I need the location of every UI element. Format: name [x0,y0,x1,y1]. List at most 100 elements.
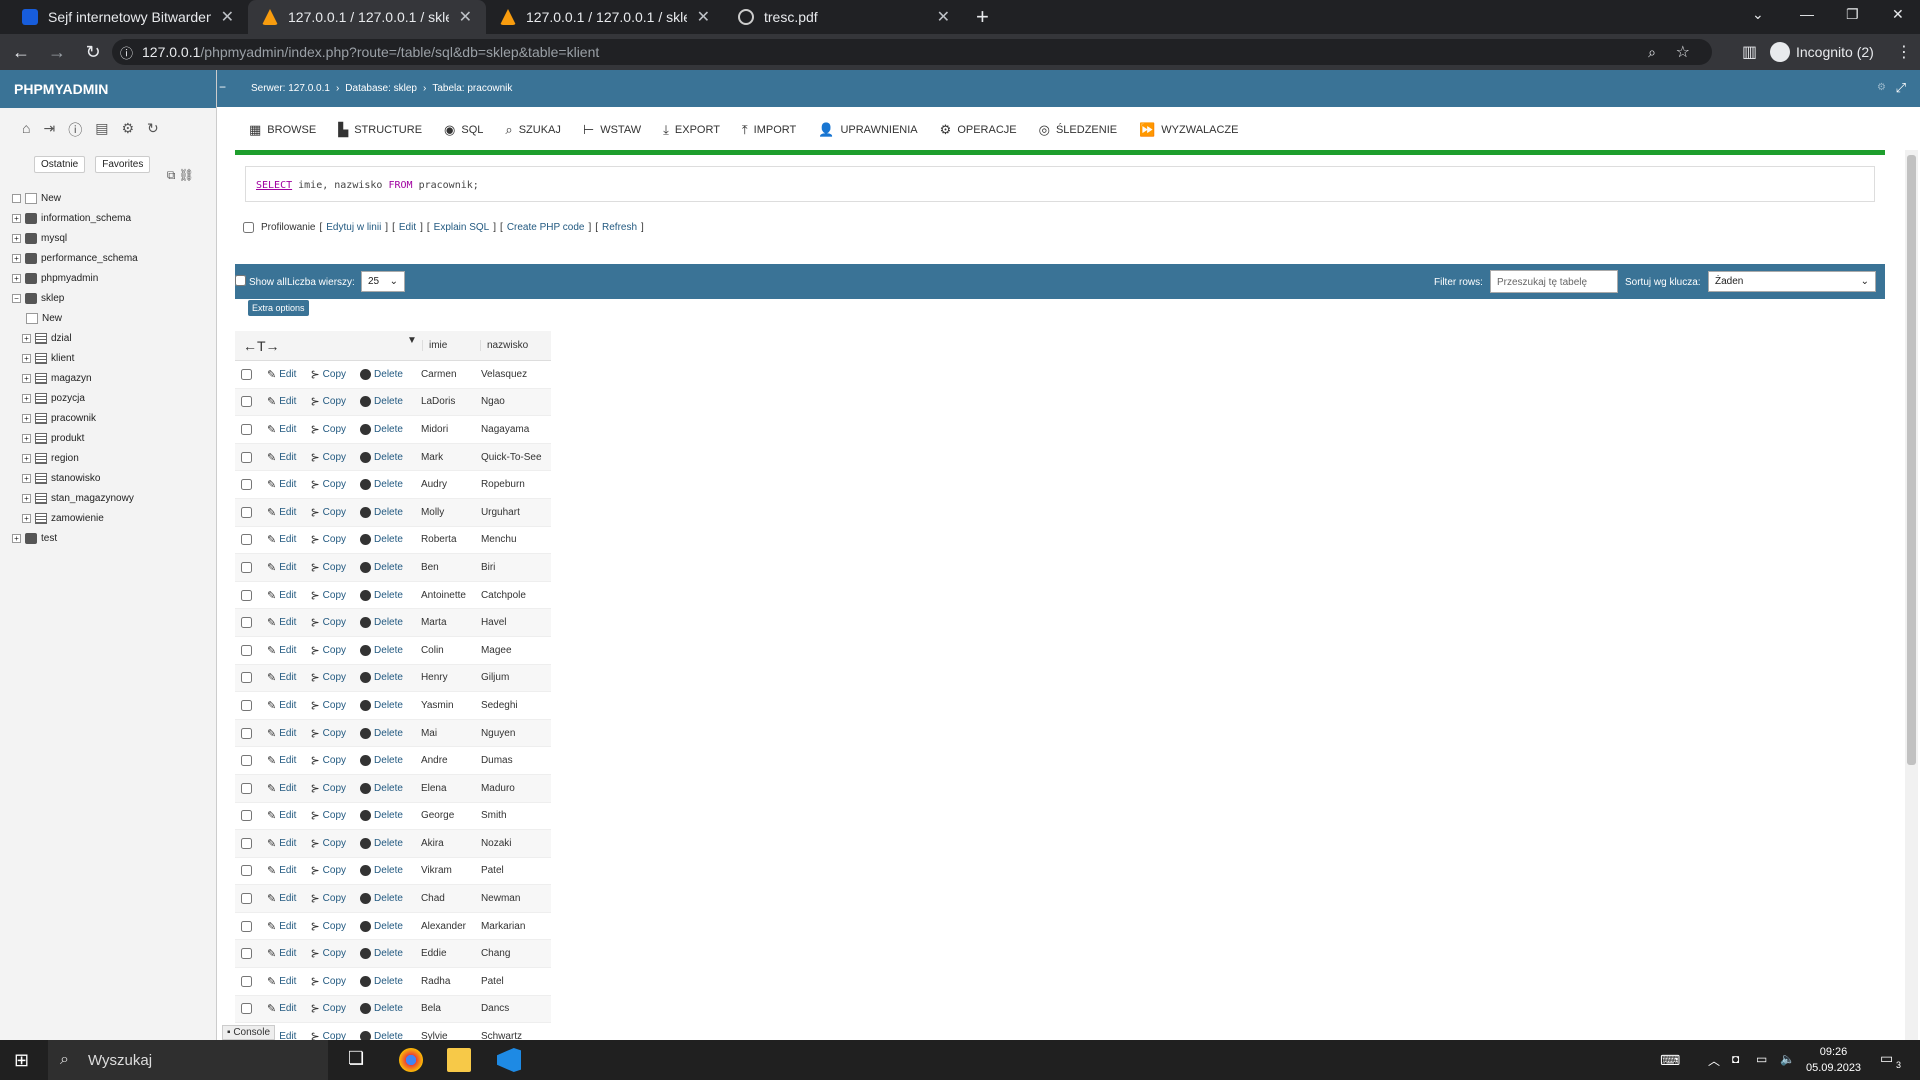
edit-row-button[interactable]: ✎Edit [267,451,296,464]
windows-start-icon[interactable]: ⊞ [14,1050,29,1071]
row-select-checkbox[interactable] [241,893,252,905]
tab-browse[interactable]: ▦ Browse [249,122,316,138]
browser-menu-icon[interactable]: ⋮ [1896,42,1912,62]
column-options-dropdown-icon[interactable]: ▼ [407,335,417,346]
expand-icon[interactable]: + [22,353,31,363]
cell-nazwisko[interactable]: Catchpole [475,590,545,601]
cell-imie[interactable]: Midori [417,424,475,435]
row-select-checkbox[interactable] [241,727,252,739]
edit-row-button[interactable]: ✎Edit [267,727,296,740]
restore-icon[interactable]: ❐ [1846,6,1859,23]
cell-imie[interactable]: Ben [417,562,475,573]
copy-row-button[interactable]: ⊱ Copy [310,920,346,933]
edit-row-button[interactable]: ✎Edit [267,699,296,712]
cell-nazwisko[interactable]: Chang [475,948,545,959]
expand-icon[interactable]: + [22,493,31,503]
copy-row-button[interactable]: ⊱ Copy [310,368,346,381]
site-info-icon[interactable]: ⓘ [120,43,133,62]
copy-row-button[interactable]: ⊱ Copy [310,1002,346,1015]
cell-nazwisko[interactable]: Markarian [475,921,545,932]
tree-item-information-schema[interactable]: + information_schema [12,208,212,228]
cell-nazwisko[interactable]: Ropeburn [475,479,545,490]
taskbar-search[interactable]: ⌕ Wyszukaj [48,1040,328,1080]
delete-row-button[interactable]: Delete [360,368,403,380]
edit-row-button[interactable]: ✎Edit [267,395,296,408]
tree-item-magazyn[interactable]: + magazyn [12,368,212,388]
cell-imie[interactable]: Mai [417,728,475,739]
cell-nazwisko[interactable]: Smith [475,810,545,821]
row-select-checkbox[interactable] [241,617,252,629]
url-field[interactable]: ⓘ 127.0.0.1/phpmyadmin/index.php?route=/… [112,39,1712,65]
row-select-checkbox[interactable] [241,506,252,518]
row-select-checkbox[interactable] [241,534,252,546]
delete-row-button[interactable]: Delete [360,479,403,491]
cell-nazwisko[interactable]: Quick-To-See [475,452,545,463]
edit-row-button[interactable]: ✎Edit [267,478,296,491]
tree-item-sklep-new[interactable]: New [12,308,212,328]
home-icon[interactable]: ⌂ [22,120,30,140]
row-select-checkbox[interactable] [241,782,252,794]
tree-item-klient[interactable]: + klient [12,348,212,368]
profiling-checkbox[interactable] [243,222,254,233]
forward-arrow-icon[interactable]: → [42,42,72,63]
copy-row-button[interactable]: ⊱ Copy [310,782,346,795]
tab-tracking[interactable]: ◎ Śledzenie [1039,122,1117,138]
tab-sql[interactable]: ◉ SQL [444,122,483,138]
expand-icon[interactable]: + [12,233,21,243]
expand-icon[interactable]: + [22,333,31,343]
maximize-content-icon[interactable]: ⤢ [1896,80,1906,96]
expand-icon[interactable]: + [22,433,31,443]
close-tab-icon[interactable]: ✕ [459,7,472,27]
delete-row-button[interactable]: Delete [360,782,403,794]
cell-imie[interactable]: Antoinette [417,590,475,601]
new-tab-plus-icon[interactable]: + [976,4,989,30]
close-window-icon[interactable]: ✕ [1892,6,1904,23]
delete-row-button[interactable]: Delete [360,727,403,739]
copy-row-button[interactable]: ⊱ Copy [310,699,346,712]
row-select-checkbox[interactable] [241,810,252,822]
cell-imie[interactable]: Colin [417,645,475,656]
tree-item-stan-magazynowy[interactable]: + stan_magazynowy [12,488,212,508]
row-select-checkbox[interactable] [241,589,252,601]
network-icon[interactable]: ▭ [1756,1052,1767,1066]
copy-row-button[interactable]: ⊱ Copy [310,975,346,988]
row-select-checkbox[interactable] [241,948,252,960]
delete-row-button[interactable]: Delete [360,589,403,601]
tree-item-dzial[interactable]: + dzial [12,328,212,348]
delete-row-button[interactable]: Delete [360,506,403,518]
cell-imie[interactable]: Alexander [417,921,475,932]
sql-query-box[interactable]: SELECT imie, nazwisko FROM pracownik; [245,166,1875,202]
delete-row-button[interactable]: Delete [360,755,403,767]
cell-imie[interactable]: Bela [417,1003,475,1014]
zoom-search-icon[interactable]: ⌕ [1648,44,1656,61]
edit-row-button[interactable]: ✎Edit [267,809,296,822]
reload-navigation-icon[interactable]: ↻ [147,120,159,140]
collapse-link-icons[interactable]: ⧉ ⛓ [167,168,194,183]
copy-row-button[interactable]: ⊱ Copy [310,754,346,767]
show-all-checkbox[interactable] [235,275,246,286]
close-tab-icon[interactable]: ✕ [221,7,234,27]
camera-icon[interactable]: ◘ [1732,1052,1739,1066]
tree-item-phpmyadmin[interactable]: + phpmyadmin [12,268,212,288]
edit-row-button[interactable]: ✎Edit [267,1002,296,1015]
expand-icon[interactable]: + [12,213,21,223]
cell-nazwisko[interactable]: Sedeghi [475,700,545,711]
row-select-checkbox[interactable] [241,699,252,711]
cell-imie[interactable]: George [417,810,475,821]
tab-export[interactable]: ⤓ Export [663,122,720,138]
edit-row-button[interactable]: ✎Edit [267,561,296,574]
favorites-tab[interactable]: Favorites [95,156,151,173]
column-header-imie[interactable]: imie [422,340,480,351]
scrollbar-thumb[interactable] [1907,155,1916,765]
page-settings-icon[interactable]: ⚙ [1877,82,1886,93]
expand-icon[interactable]: + [12,533,21,543]
row-select-checkbox[interactable] [241,479,252,491]
delete-row-button[interactable]: Delete [360,396,403,408]
tree-item-stanowisko[interactable]: + stanowisko [12,468,212,488]
tree-item-performance-schema[interactable]: + performance_schema [12,248,212,268]
cell-nazwisko[interactable]: Magee [475,645,545,656]
cell-imie[interactable]: LaDoris [417,396,475,407]
breadcrumb-table[interactable]: Tabela: pracownik [432,83,512,94]
cell-imie[interactable]: Molly [417,507,475,518]
cell-nazwisko[interactable]: Patel [475,865,545,876]
